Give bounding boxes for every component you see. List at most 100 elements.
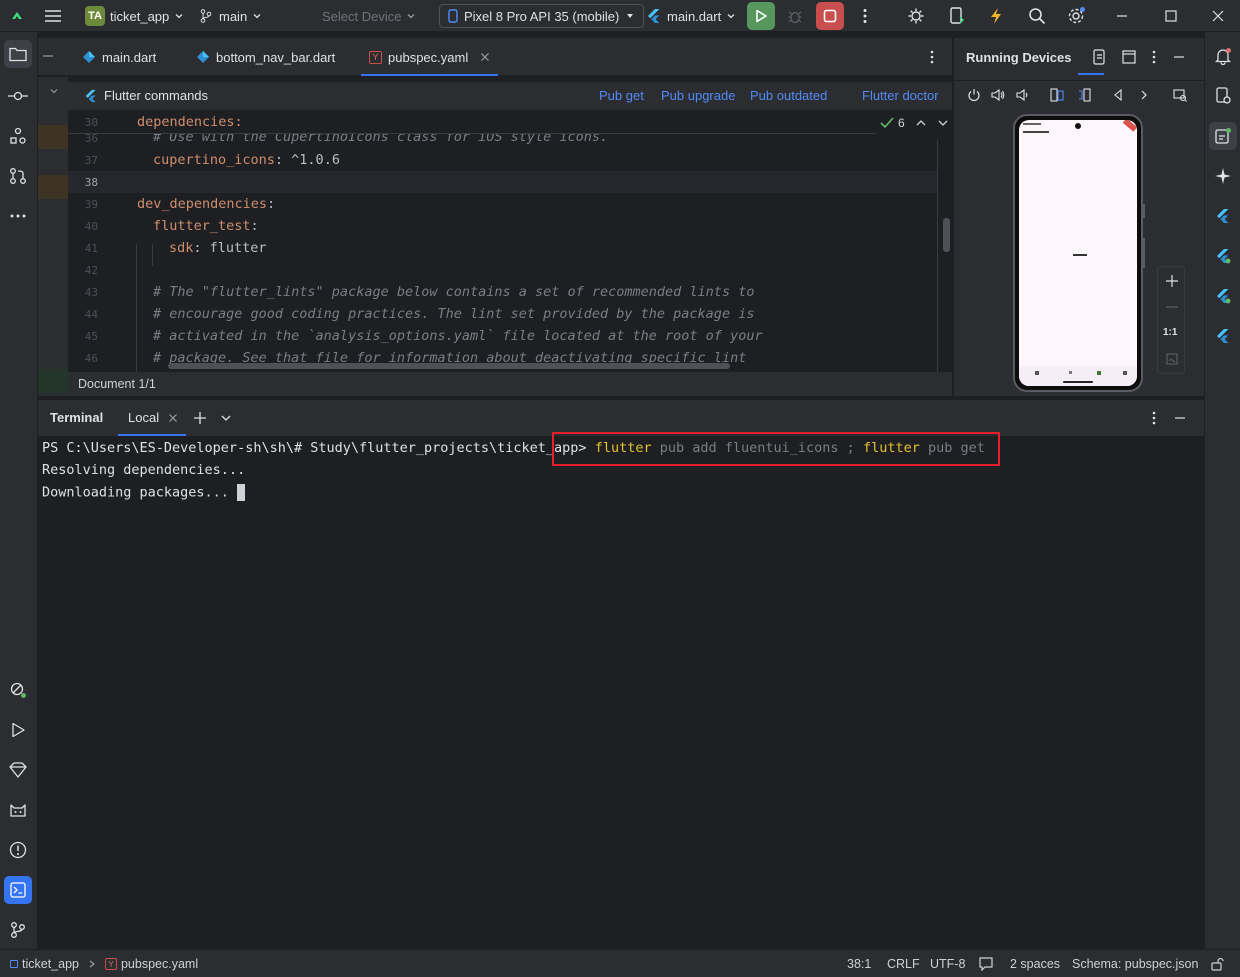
project-widget[interactable]: TA ticket_app [85, 0, 184, 32]
settings-button[interactable] [1065, 5, 1087, 27]
terminal-tool-button[interactable] [4, 876, 32, 904]
flutter-inspector-tool-button[interactable] [6, 678, 30, 702]
ai-assistant-button[interactable] [1211, 164, 1235, 188]
terminal-options-button[interactable] [1146, 410, 1162, 426]
tab-main-dart[interactable]: main.dart [82, 38, 156, 76]
stop-button[interactable] [816, 2, 844, 30]
main-menu-icon[interactable] [44, 0, 62, 32]
breadcrumb[interactable]: ticket_app Y pubspec.yaml [10, 957, 198, 971]
more-actions-button[interactable] [855, 6, 875, 26]
inspection-widget[interactable]: 6 [880, 116, 949, 130]
debug-banner [1122, 120, 1137, 132]
terminal-tab-local[interactable]: Local [118, 400, 188, 436]
chevron-down-icon[interactable] [937, 118, 949, 128]
back-icon[interactable] [1110, 87, 1126, 103]
device-tab-button[interactable] [1090, 48, 1108, 66]
code-line: # activated in the `analysis_options.yam… [153, 328, 763, 344]
pub-get-link[interactable]: Pub get [599, 88, 644, 103]
new-tab-button[interactable] [1120, 48, 1138, 66]
minimize-button[interactable] [1114, 8, 1130, 24]
indent-setting[interactable]: 2 spaces [1010, 957, 1060, 971]
device-manager-tool-button[interactable] [1211, 84, 1235, 108]
collapse-sidebar-button[interactable] [40, 48, 56, 64]
pub-outdated-link[interactable]: Pub outdated [750, 88, 827, 103]
running-devices-tool-button[interactable] [1209, 122, 1237, 150]
horizontal-scrollbar[interactable] [168, 363, 730, 369]
new-terminal-button[interactable] [192, 410, 208, 426]
more-vertical-icon [863, 9, 867, 23]
zoom-fit-icon[interactable] [1164, 351, 1180, 367]
flutter-inspector-button[interactable] [1211, 244, 1235, 268]
power-icon[interactable] [966, 87, 982, 103]
close-window-button[interactable] [1210, 8, 1226, 24]
volume-up-icon[interactable] [990, 87, 1006, 103]
project-tool-button[interactable] [4, 40, 32, 68]
nav-icon [1123, 371, 1127, 375]
more-tools-button[interactable] [6, 204, 30, 228]
inspector-icon [10, 682, 26, 698]
file-encoding[interactable]: UTF-8 [930, 957, 965, 971]
select-device-dropdown[interactable]: Select Device [322, 0, 416, 32]
volume-down-icon[interactable] [1014, 87, 1030, 103]
run-button[interactable] [747, 2, 775, 30]
plugins-button[interactable] [905, 5, 927, 27]
close-tab-icon[interactable] [480, 52, 490, 62]
terminal-output[interactable]: PS C:\Users\ES-Developer-sh\sh\# Study\f… [38, 432, 1204, 949]
flutter-doctor-link[interactable]: Flutter doctor [862, 88, 939, 103]
line-number: 43 [84, 286, 98, 299]
vertical-scrollbar[interactable] [943, 218, 950, 252]
close-tab-icon[interactable] [168, 413, 178, 423]
json-schema[interactable]: Schema: pubspec.json [1072, 957, 1198, 971]
device-screen[interactable] [1019, 120, 1137, 386]
zoom-in-icon[interactable] [1164, 273, 1180, 289]
commit-tool-button[interactable] [6, 84, 30, 108]
line-separator[interactable]: CRLF [887, 957, 920, 971]
hide-terminal-button[interactable] [1172, 410, 1188, 426]
lock-button[interactable] [1210, 956, 1226, 972]
logcat-tool-button[interactable] [6, 798, 30, 822]
device-manager-button[interactable] [945, 5, 967, 27]
screenshot-icon[interactable] [1172, 87, 1188, 103]
version-control-tool-button[interactable] [6, 918, 30, 942]
terminal-sessions-dropdown[interactable] [218, 410, 234, 426]
breadcrumb-file[interactable]: pubspec.yaml [121, 957, 198, 971]
rotate-left-icon[interactable] [1049, 87, 1065, 103]
sparkle-icon [1215, 168, 1231, 184]
readonly-toggle[interactable] [978, 956, 994, 972]
notifications-button[interactable] [1211, 44, 1235, 68]
tab-bottom-nav-bar-dart[interactable]: bottom_nav_bar.dart [196, 38, 335, 76]
problems-tool-button[interactable] [6, 838, 30, 862]
breadcrumb-project[interactable]: ticket_app [22, 957, 79, 971]
run-tool-button[interactable] [6, 718, 30, 742]
vcs-branch-widget[interactable]: main [198, 0, 262, 32]
hide-panel-button[interactable] [1170, 48, 1188, 66]
code-editor[interactable]: 30 dependencies: 6 36 # Use with the Cup… [68, 110, 952, 372]
search-button[interactable] [1026, 5, 1048, 27]
project-name: ticket_app [110, 8, 170, 24]
flutter-deep-links-button[interactable] [1211, 324, 1235, 348]
pub-upgrade-link[interactable]: Pub upgrade [661, 88, 735, 103]
flutter-outline-button[interactable] [1211, 204, 1235, 228]
structure-tool-button[interactable] [6, 124, 30, 148]
chevron-down-icon[interactable] [48, 85, 60, 97]
caret-position[interactable]: 38:1 [847, 957, 871, 971]
dart-devtools-tool-button[interactable] [6, 758, 30, 782]
zoom-actual-size[interactable]: 1:1 [1163, 327, 1177, 338]
pull-requests-tool-button[interactable] [6, 164, 30, 188]
chevron-up-icon[interactable] [915, 118, 927, 128]
debug-button[interactable] [784, 5, 806, 27]
rotate-right-icon[interactable] [1076, 87, 1092, 103]
dart-file-icon [197, 51, 209, 63]
tab-pubspec-yaml[interactable]: Y pubspec.yaml [360, 38, 499, 76]
chevron-down-icon [727, 14, 735, 19]
forward-icon[interactable] [1136, 87, 1152, 103]
zoom-out-icon[interactable] [1164, 299, 1180, 315]
tab-options-button[interactable] [924, 48, 940, 66]
maximize-button[interactable] [1163, 8, 1179, 24]
device-dropdown[interactable]: Pixel 8 Pro API 35 (mobile) [439, 0, 645, 32]
hot-reload-button[interactable] [985, 5, 1007, 27]
line-number: 45 [84, 330, 98, 343]
flutter-performance-button[interactable] [1211, 284, 1235, 308]
panel-options-button[interactable] [1146, 48, 1162, 66]
run-config-dropdown[interactable]: main.dart [646, 0, 736, 32]
